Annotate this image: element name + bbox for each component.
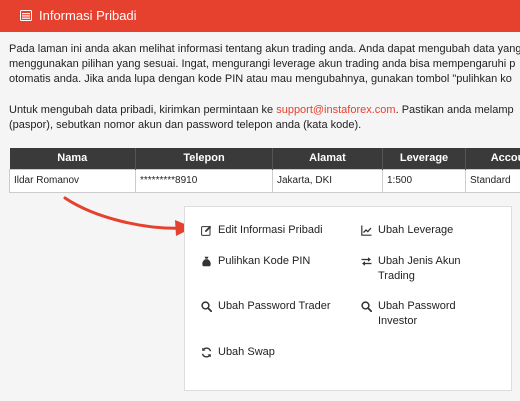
cell-name: Ildar Romanov [9,168,136,193]
exchange-icon [361,257,372,266]
refresh-icon [201,347,212,358]
column-header: Leverage [382,148,466,169]
column-header: Telepon [135,148,273,169]
money-bag-icon [202,256,211,267]
id-card-icon [20,10,32,21]
table-row: Ildar Romanov *********8910 Jakarta, DKI… [9,168,520,193]
section-header: Informasi Pribadi [0,0,520,32]
change-leverage-button[interactable]: Ubah Leverage [361,223,453,238]
search-icon [201,301,212,312]
contact-text: Untuk mengubah data pribadi, kirimkan pe… [9,104,514,131]
column-header: Alamat [272,148,383,169]
search-icon [361,301,372,312]
cell-phone: *********8910 [135,168,273,193]
pointer-arrow [63,196,193,236]
recover-pin-button[interactable]: Pulihkan Kode PIN [201,254,310,269]
cell-account: Standard [465,168,520,193]
edit-info-button[interactable]: Edit Informasi Pribadi [201,223,323,238]
edit-icon [201,225,212,236]
cell-leverage: 1:500 [382,168,466,193]
support-email-link[interactable]: support@instaforex.com [276,104,395,116]
personal-info-page: Informasi Pribadi Pada laman ini anda ak… [0,0,520,401]
account-info-table: Nama Telepon Alamat Leverage Accou Ildar… [9,148,520,193]
actions-panel: Edit Informasi Pribadi Ubah Leverage Pul… [184,206,512,391]
intro-text: Pada laman ini anda akan melihat informa… [9,43,520,85]
cell-address: Jakarta, DKI [272,168,383,193]
change-swap-button[interactable]: Ubah Swap [201,345,275,360]
line-chart-icon [361,225,372,236]
table-header-row: Nama Telepon Alamat Leverage Accou [9,148,520,169]
column-header: Accou [465,148,520,169]
change-investor-password-button[interactable]: Ubah Password Investor [361,299,491,329]
change-trader-password-button[interactable]: Ubah Password Trader [201,299,331,314]
section-title: Informasi Pribadi [39,8,137,23]
change-account-type-button[interactable]: Ubah Jenis Akun Trading [361,254,491,284]
column-header: Nama [9,148,136,169]
